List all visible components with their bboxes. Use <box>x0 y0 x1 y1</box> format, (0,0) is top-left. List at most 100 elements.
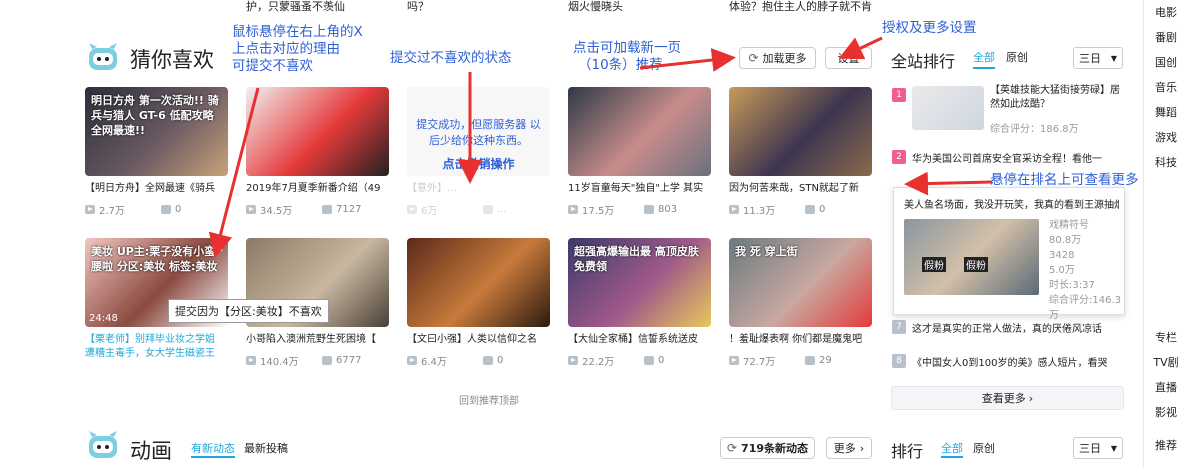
ranking-tab-original[interactable]: 原创 <box>1006 49 1028 65</box>
video-thumbnail[interactable] <box>246 87 389 176</box>
video-title[interactable]: 【大仙全家桶】信誓系统送皮 <box>568 333 711 347</box>
view-count: 6万 <box>421 206 438 217</box>
tab-new-activity[interactable]: 有新动态 <box>191 440 235 458</box>
danmaku-count: 0 <box>175 204 182 215</box>
video-card[interactable]: 超强高爆输出最 高顶皮肤免费领【大仙全家桶】信誓系统送皮 22.2万 0 <box>568 238 711 368</box>
view-count: 72.7万 <box>743 357 776 368</box>
popup-danmaku: 3428 <box>1049 250 1075 261</box>
video-thumbnail[interactable]: 我 死 穿上街 <box>729 238 872 327</box>
new-activity-button[interactable]: ⟳ 719条新动态 <box>720 437 815 459</box>
video-duration: 24:48 <box>89 313 118 324</box>
video-stats: 6万... <box>407 202 550 217</box>
video-card[interactable]: 提交成功，但愿服务器 以后少给你这种东西。点击撤销操作 【意外】... 6万... <box>407 87 550 217</box>
chevron-right-icon: › <box>859 441 865 455</box>
video-card[interactable]: 2019年7月夏季新番介绍（49 34.5万 7127 <box>246 87 389 217</box>
view-more-button[interactable]: 查看更多 › <box>891 386 1124 410</box>
play-count-icon <box>729 356 739 365</box>
video-stats: 34.5万 7127 <box>246 202 389 217</box>
annotation-dislike: 鼠标悬停在右上角的X 上点击对应的理由 可提交不喜欢 <box>232 24 363 74</box>
video-title[interactable]: 小哥陷入澳洲荒野生死困境【 <box>246 333 389 347</box>
danmaku-count: 29 <box>819 355 832 366</box>
annotation-disliked-state: 提交过不喜欢的状态 <box>390 50 512 66</box>
danmaku-icon <box>483 356 493 365</box>
video-stats: 6.4万 0 <box>407 353 550 368</box>
view-count: 6.4万 <box>421 357 447 368</box>
undo-button[interactable]: 点击撤销操作 <box>407 155 550 172</box>
video-title[interactable]: 【文曰小强】人类以信仰之名 <box>407 333 550 347</box>
video-title[interactable]: ！羞耻爆表啊 你们都是魔鬼吧 <box>729 333 872 347</box>
annotation-settings: 授权及更多设置 <box>882 20 977 36</box>
side-nav: 电影 番剧 国创 音乐 舞蹈 游戏 科技专栏 TV剧 直播 影视推荐 <box>1143 0 1188 468</box>
annotation-ranking-hover: 悬停在排名上可查看更多 <box>990 172 1139 188</box>
side-nav-item[interactable]: TV剧 <box>1144 350 1188 375</box>
danmaku-icon <box>483 205 493 214</box>
side-nav-item[interactable]: 舞蹈 <box>1144 100 1188 125</box>
load-more-button[interactable]: ⟳ 加载更多 <box>739 47 816 69</box>
side-nav-item[interactable]: 专栏 <box>1144 325 1188 350</box>
back-to-top-link[interactable]: 回到推荐顶部 <box>459 392 519 407</box>
video-thumbnail[interactable]: 明日方舟 第一次活动!! 骑兵与猎人 GT-6 低配攻略 全网最速!! <box>85 87 228 176</box>
video-card[interactable]: 11岁盲童每天"独自"上学 其实 17.5万 803 <box>568 87 711 217</box>
side-nav-item[interactable]: 科技 <box>1144 150 1188 175</box>
play-count-icon <box>246 205 256 214</box>
danmaku-count: 0 <box>497 355 504 366</box>
popup-thumbnail[interactable]: 假粉 假粉 <box>904 219 1039 295</box>
rank-item-title[interactable]: 华为美国公司首席安全官采访全程！看他一 <box>912 150 1122 165</box>
section2-rank-title: 排行 <box>891 442 924 461</box>
video-card[interactable]: 【文曰小强】人类以信仰之名 6.4万 0 <box>407 238 550 368</box>
section2-title: 动画 <box>130 439 172 463</box>
side-nav-item[interactable]: 国创 <box>1144 50 1188 75</box>
rank-item-title[interactable]: 《中国女人0到100岁的美》感人短片，看哭 <box>912 354 1122 369</box>
video-thumbnail[interactable] <box>568 87 711 176</box>
chevron-down-icon: ▼ <box>1110 53 1118 63</box>
video-card[interactable]: 因为何苦来哉，STN就起了新 11.3万 0 <box>729 87 872 217</box>
side-nav-item[interactable]: 直播 <box>1144 375 1188 400</box>
rank-thumbnail[interactable] <box>912 86 984 130</box>
danmaku-icon <box>805 205 815 214</box>
side-nav-item[interactable]: 电影 <box>1144 0 1188 25</box>
side-nav-item[interactable]: 推荐 <box>1144 433 1188 458</box>
rank-item-title[interactable]: 【英雄技能大猛街接劳碌】居然如此炫酷？ <box>990 84 1125 112</box>
video-title[interactable]: 11岁盲童每天"独自"上学 其实 <box>568 182 711 196</box>
play-count-icon <box>407 356 417 365</box>
video-thumbnail[interactable]: 提交成功，但愿服务器 以后少给你这种东西。点击撤销操作 <box>407 87 550 176</box>
dislike-reason-tooltip[interactable]: 提交因为【分区:美妆】不喜欢 <box>168 299 329 323</box>
video-title[interactable]: 因为何苦来哉，STN就起了新 <box>729 182 872 196</box>
side-nav-item[interactable]: 游戏 <box>1144 125 1188 150</box>
ranking-period-select[interactable]: 三日 ▼ <box>1073 47 1123 69</box>
popup-title: 美人鱼名场面，我没开玩笑，我真的看到王源抽烟。 <box>904 200 1119 211</box>
refresh-icon: ⟳ <box>726 441 738 455</box>
video-thumbnail[interactable]: 超强高爆输出最 高顶皮肤免费领 <box>568 238 711 327</box>
video-title[interactable]: 【意外】... <box>407 182 550 196</box>
video-title[interactable]: 【栗老师】别拜毕业妆之学姐 遭糟主毒手，女大学生磁瓷王 <box>85 333 228 361</box>
rank-tab-all[interactable]: 全部 <box>941 440 963 458</box>
thumbnail-caption: 提交成功，但愿服务器 以后少给你这种东西。 <box>416 118 541 147</box>
rank-tab-orig[interactable]: 原创 <box>973 440 995 456</box>
video-card[interactable]: 明日方舟 第一次活动!! 骑兵与猎人 GT-6 低配攻略 全网最速!! 【明日方舟… <box>85 87 228 217</box>
popup-author: 戏精符号 <box>1049 220 1089 231</box>
danmaku-icon <box>805 356 815 365</box>
side-nav-item[interactable]: 音乐 <box>1144 75 1188 100</box>
video-stats: 140.4万 6777 <box>246 353 389 368</box>
video-stats: 22.2万 0 <box>568 353 711 368</box>
view-count: 34.5万 <box>260 206 293 217</box>
rank-score: 综合评分：186.8万 <box>990 124 1079 135</box>
rank-period-select[interactable]: 三日 ▼ <box>1073 437 1123 459</box>
video-thumbnail[interactable] <box>729 87 872 176</box>
refresh-icon: ⟳ <box>748 51 759 65</box>
video-thumbnail[interactable] <box>407 238 550 327</box>
ranking-tab-all[interactable]: 全部 <box>973 49 995 69</box>
top-snippet-4: 体验？抱住主人的脖子就不肯 <box>729 0 872 13</box>
video-title[interactable]: 【明日方舟】全网最速《骑兵 <box>85 182 228 196</box>
more-button[interactable]: 更多 › <box>826 437 872 459</box>
tab-latest[interactable]: 最新投稿 <box>244 440 288 456</box>
rank-number: 1 <box>892 88 906 102</box>
video-card[interactable]: 我 死 穿上街 ！羞耻爆表啊 你们都是魔鬼吧 72.7万 29 <box>729 238 872 368</box>
side-nav-item[interactable]: 影视 <box>1144 400 1188 425</box>
side-nav-item[interactable]: 番剧 <box>1144 25 1188 50</box>
thumbnail-caption: 超强高爆输出最 高顶皮肤免费领 <box>574 245 699 273</box>
video-title[interactable]: 2019年7月夏季新番介绍（49 <box>246 182 389 196</box>
close-icon[interactable]: ✕ <box>214 241 224 255</box>
settings-button[interactable]: 设置 <box>825 47 872 69</box>
video-stats: 72.7万 29 <box>729 353 872 368</box>
